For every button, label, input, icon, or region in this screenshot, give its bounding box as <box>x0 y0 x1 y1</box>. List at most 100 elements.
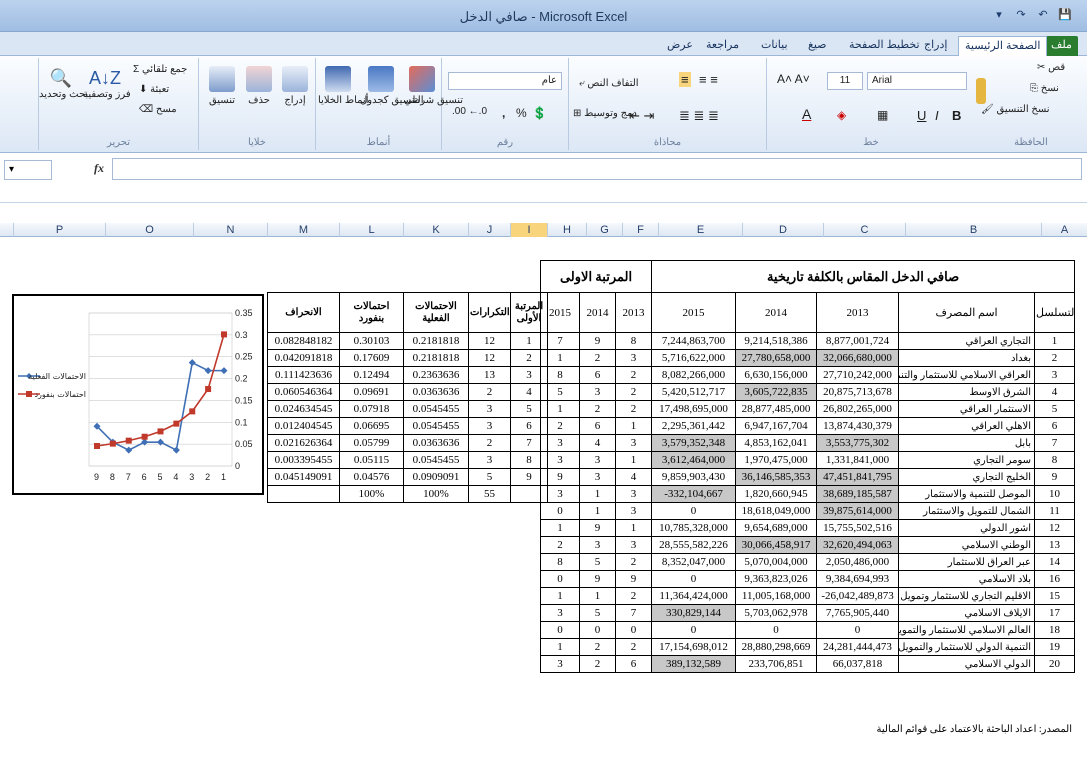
fill-button[interactable]: ⬇ تعبئة <box>139 84 169 95</box>
undo-icon[interactable]: ↶ <box>1035 7 1051 23</box>
cell-actual[interactable]: 0.2181818 <box>403 332 469 350</box>
cell-rank-2013[interactable]: 3 <box>614 434 653 452</box>
redo-icon[interactable]: ↷ <box>1013 7 1029 23</box>
tab-1[interactable]: الصفحة الرئيسية <box>958 36 1048 56</box>
cell-deviation[interactable]: 0.003395455 <box>267 451 340 469</box>
save-icon[interactable]: ▾ <box>991 7 1007 23</box>
cell-bank-name[interactable]: الدولي الاسلامي <box>898 655 1036 673</box>
cell-sequence[interactable]: 14 <box>1034 553 1076 571</box>
cell-net-2014[interactable]: 6,630,156,000 <box>735 366 818 384</box>
cell-rank-2014[interactable]: 3 <box>579 536 616 554</box>
indent-icon[interactable]: ⇤ ⇥ <box>629 108 654 124</box>
column-header-C[interactable]: C <box>823 223 905 237</box>
cell-frequency[interactable]: 2 <box>468 434 511 452</box>
paste-button[interactable] <box>974 78 988 107</box>
column-header-N[interactable]: N <box>193 223 267 237</box>
column-header-M[interactable]: M <box>267 223 339 237</box>
cell-net-2015[interactable]: 330,829,144 <box>651 604 737 622</box>
currency-icon[interactable]: 💲 <box>532 106 547 120</box>
cell-net-2013[interactable]: 8,877,001,724 <box>816 332 900 350</box>
cell-net-2014[interactable]: 36,146,585,353 <box>735 468 818 486</box>
cell-net-2015[interactable]: 0 <box>651 502 737 520</box>
fx-icon[interactable]: fx <box>94 161 104 176</box>
cell-net-2013[interactable]: 47,451,841,795 <box>816 468 900 486</box>
cell-net-2013[interactable]: 2,050,486,000 <box>816 553 900 571</box>
cell-deviation[interactable]: 0.082848182 <box>267 332 340 350</box>
column-header-B[interactable]: B <box>905 223 1041 237</box>
cell-net-2013[interactable]: 24,281,444,473 <box>816 638 900 656</box>
cell-sequence[interactable]: 5 <box>1034 400 1076 418</box>
cell-net-2014[interactable]: 1,820,660,945 <box>735 485 818 503</box>
cell-rank-2015[interactable]: 1 <box>540 638 580 656</box>
cell-bank-name[interactable]: التجاري العراقي <box>898 332 1036 350</box>
cell-sequence[interactable]: 1 <box>1034 332 1076 350</box>
cell-deviation[interactable]: 0.111423636 <box>267 366 340 384</box>
cell-rank-2015[interactable]: 3 <box>540 604 580 622</box>
cell-actual[interactable]: 0.0909091 <box>403 468 469 486</box>
cell-first-rank[interactable]: 2 <box>510 349 548 367</box>
cell-bank-name[interactable]: الاستثمار العراقي <box>898 400 1036 418</box>
cell-rank-2015[interactable]: 2 <box>540 536 580 554</box>
cell-rank-2013[interactable]: 3 <box>614 536 653 554</box>
cell-sequence[interactable]: 19 <box>1034 638 1076 656</box>
cell-sequence[interactable]: 17 <box>1034 604 1076 622</box>
cell-rank-2014[interactable]: 0 <box>579 621 616 639</box>
cell-net-2014[interactable]: 11,005,168,000 <box>735 587 818 605</box>
cell-net-2013[interactable]: 26,802,265,000 <box>816 400 900 418</box>
cell-net-2014[interactable]: 233,706,851 <box>735 655 818 673</box>
cell-rank-2014[interactable]: 5 <box>579 553 616 571</box>
font-grow-button[interactable]: A˄ A˅ <box>777 72 810 86</box>
column-header-E[interactable]: E <box>658 223 742 237</box>
tab-6[interactable]: مراجعة <box>700 36 745 56</box>
cell-rank-2015[interactable]: 1 <box>540 587 580 605</box>
column-header-H[interactable]: H <box>547 223 586 237</box>
cell-rank-2013[interactable]: 3 <box>614 485 653 503</box>
cell-rank-2015[interactable]: 0 <box>540 621 580 639</box>
cell-rank-2015[interactable]: 3 <box>540 655 580 673</box>
cell-rank-2013[interactable]: 7 <box>614 604 653 622</box>
fill-color-icon[interactable]: ◈ <box>837 108 846 122</box>
cell-actual[interactable]: 0.2181818 <box>403 349 469 367</box>
cell-rank-2014[interactable]: 3 <box>579 451 616 469</box>
cell-bank-name[interactable]: اشور الدولي <box>898 519 1036 537</box>
cell-net-2015[interactable]: -332,104,667 <box>651 485 737 503</box>
cell-net-2013[interactable]: 32,620,494,063 <box>816 536 900 554</box>
cell-net-2015[interactable]: 7,244,863,700 <box>651 332 737 350</box>
cell-rank-2013[interactable]: 9 <box>614 570 653 588</box>
cell-net-2014[interactable]: 28,880,298,669 <box>735 638 818 656</box>
cell-net-2013[interactable]: 20,875,713,678 <box>816 383 900 401</box>
cell-rank-2014[interactable]: 2 <box>579 638 616 656</box>
cell-net-2013[interactable]: 15,755,502,516 <box>816 519 900 537</box>
cell-sequence[interactable]: 13 <box>1034 536 1076 554</box>
tab-3[interactable]: تخطيط الصفحة <box>843 36 926 56</box>
tab-7[interactable]: عرض <box>661 36 699 56</box>
cell-sequence[interactable]: 10 <box>1034 485 1076 503</box>
cell-rank-2014[interactable]: 6 <box>579 417 616 435</box>
cell-net-2014[interactable]: 3,605,722,835 <box>735 383 818 401</box>
cell-benford[interactable]: 0.12494 <box>339 366 404 384</box>
cell-total-actual[interactable]: 100% <box>403 485 469 503</box>
tab-0[interactable]: ملف <box>1045 36 1078 56</box>
font-color-icon[interactable]: A <box>802 106 811 122</box>
cell-bank-name[interactable]: الموصل للتنمية والاستثمار <box>898 485 1036 503</box>
font-name-select[interactable]: Arial <box>867 72 967 90</box>
worksheet[interactable]: المرتبة الاولى صافي الدخل المقاس بالكلفة… <box>0 237 1087 775</box>
cell-actual[interactable]: 0.0545455 <box>403 417 469 435</box>
cell-net-2013[interactable]: 38,689,185,587 <box>816 485 900 503</box>
cell-rank-2015[interactable]: 8 <box>540 553 580 571</box>
cell-frequency[interactable]: 13 <box>468 366 511 384</box>
cell-sequence[interactable]: 4 <box>1034 383 1076 401</box>
cell-blank[interactable] <box>267 485 340 503</box>
autosum-button[interactable]: Σ جمع تلقائي <box>133 64 187 75</box>
cell-rank-2014[interactable]: 9 <box>579 332 616 350</box>
cell-net-2015[interactable]: 28,555,582,226 <box>651 536 737 554</box>
cell-frequency[interactable]: 3 <box>468 451 511 469</box>
cell-benford[interactable]: 0.05799 <box>339 434 404 452</box>
cell-net-2013[interactable]: 27,710,242,000 <box>816 366 900 384</box>
cell-net-2014[interactable]: 18,618,049,000 <box>735 502 818 520</box>
format-painter-button[interactable]: 🖌 نسخ التنسيق <box>981 104 1050 115</box>
cell-benford[interactable]: 0.30103 <box>339 332 404 350</box>
cell-rank-2013[interactable]: 2 <box>614 400 653 418</box>
cell-rank-2014[interactable]: 9 <box>579 519 616 537</box>
cell-actual[interactable]: 0.0363636 <box>403 383 469 401</box>
